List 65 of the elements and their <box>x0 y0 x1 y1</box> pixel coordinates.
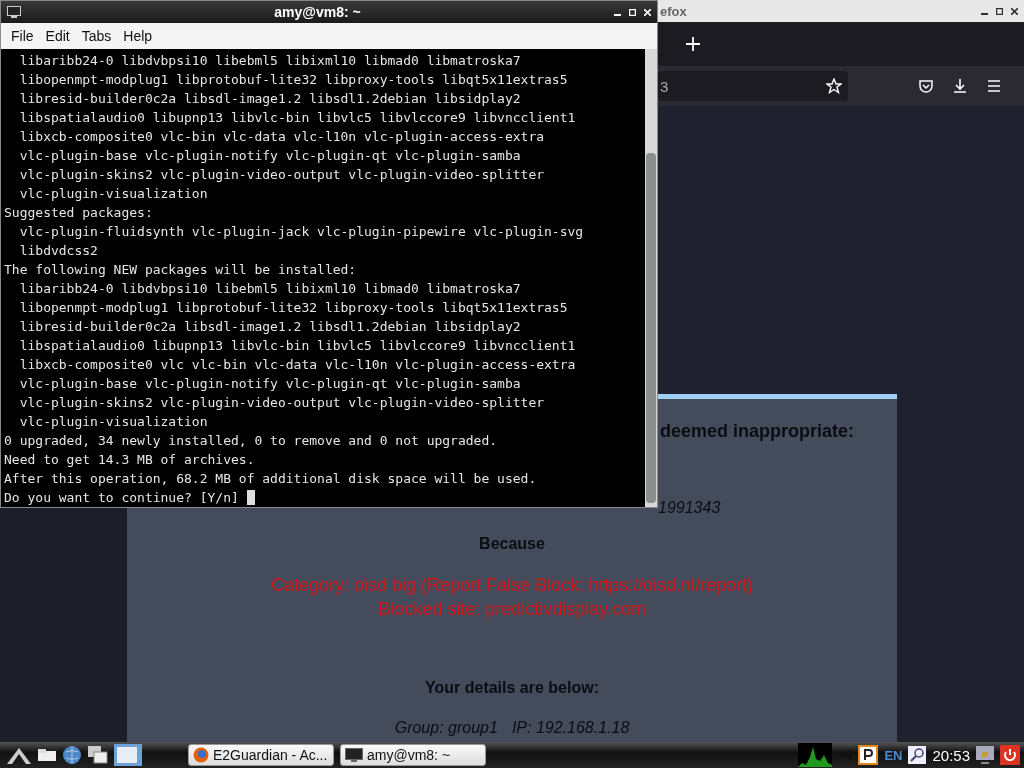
terminal-line: Need to get 14.3 MB of archives. <box>4 451 256 469</box>
menu-item[interactable]: Edit <box>39 28 76 44</box>
terminal-line: libxcb-composite0 vlc-bin vlc-data vlc-l10n vlc-plugin-access-extra <box>18 128 546 146</box>
address-bar[interactable]: 3 <box>658 71 848 101</box>
terminal-line: libaribb24-0 libdvbpsi10 libebml5 libixml10 libmad0 libmatroska7 <box>18 52 522 70</box>
window-title: amy@vm8: ~ <box>274 4 361 20</box>
terminal-line: 0 upgraded, 34 newly installed, 0 to remove and 0 not upgraded. <box>4 432 499 450</box>
terminal-icon <box>345 748 363 762</box>
terminal-line: libaribb24-0 libdvbpsi10 libebml5 libixml10 libmad0 libmatroska7 <box>18 280 522 298</box>
lock-screen-icon[interactable] <box>976 745 994 765</box>
maximize-icon[interactable] <box>996 7 1003 15</box>
terminal-line: libresid-builder0c2a libsdl-image1.2 libsdl1.2debian libsidplay2 <box>18 90 522 108</box>
taskbar-button[interactable]: E2Guardian - Ac... <box>188 744 334 766</box>
details-heading: Your details are below: <box>425 679 599 697</box>
terminal-line: libopenmpt-modplug1 libprotobuf-lite32 libproxy-tools libqt5x11extras5 <box>18 299 569 317</box>
menu-item[interactable]: Help <box>117 28 159 44</box>
terminal-line: vlc-plugin-fluidsynth vlc-plugin-jack vlc-plugin-pipewire vlc-plugin-svg <box>18 223 585 241</box>
terminal-line: libopenmpt-modplug1 libprotobuf-lite32 libproxy-tools libqt5x11extras5 <box>18 71 569 89</box>
network-graph-icon <box>798 743 833 767</box>
power-icon[interactable] <box>1000 745 1020 765</box>
terminal-line: vlc-plugin-visualization <box>18 413 209 431</box>
terminal-line: libdvdcss2 <box>18 242 99 260</box>
window-title: efox <box>660 3 687 19</box>
scrollbar-thumb[interactable] <box>646 153 656 503</box>
taskbar-button[interactable]: amy@vm8: ~ <box>340 744 486 766</box>
terminal-icon <box>7 6 21 18</box>
group-text: Group: group1 <box>394 719 498 736</box>
terminal-line: vlc-plugin-visualization <box>18 185 209 203</box>
blocked-url: 1991343 <box>658 499 721 517</box>
address-text: 3 <box>660 77 669 95</box>
terminal-line: libresid-builder0c2a libsdl-image1.2 libsdl1.2debian libsidplay2 <box>18 318 522 336</box>
terminal-line: vlc-plugin-base vlc-plugin-notify vlc-plugin-qt vlc-plugin-samba <box>18 147 522 165</box>
terminal-line: Suggested packages: <box>4 204 154 222</box>
terminal-line: vlc-plugin-base vlc-plugin-notify vlc-plugin-qt vlc-plugin-samba <box>18 375 522 393</box>
scrollbar[interactable] <box>645 49 657 507</box>
terminal-line: libxcb-composite0 vlc vlc-bin vlc-data vlc-l10n vlc-plugin-access-extra <box>18 356 577 374</box>
text-cursor <box>246 490 255 505</box>
language-indicator[interactable]: EN <box>884 747 903 763</box>
terminal-line: vlc-plugin-skins2 vlc-plugin-video-output vlc-plugin-video-splitter <box>18 394 546 412</box>
clock: 20:53 <box>932 746 970 764</box>
search-icon[interactable] <box>908 746 927 764</box>
terminal-line: vlc-plugin-skins2 vlc-plugin-video-output vlc-plugin-video-splitter <box>18 166 546 184</box>
star-icon[interactable] <box>826 78 842 94</box>
menu-item[interactable]: Tabs <box>75 28 118 44</box>
menu-item[interactable]: File <box>5 28 40 44</box>
browser-icon <box>193 747 209 763</box>
download-icon[interactable] <box>952 78 968 94</box>
terminal-line: libspatialaudio0 libupnp13 libvlc-bin libvlc5 libvlccore9 libvncclient1 <box>18 337 577 355</box>
terminal-line: After this operation, 68.2 MB of additional disk space will be used. <box>4 470 538 488</box>
ip-text: IP: 192.168.1.18 <box>511 719 630 736</box>
menu-icon[interactable] <box>986 78 1002 94</box>
folder-icon[interactable] <box>38 749 56 761</box>
plus-icon[interactable] <box>686 37 700 51</box>
globe-icon[interactable] <box>62 745 82 765</box>
blocked-site-text: Blocked site: predictivdisplay.com <box>378 598 646 621</box>
page-heading: deemed inappropriate: <box>660 421 855 442</box>
terminal-line: The following NEW packages will be installed: <box>4 261 358 279</box>
because-label: Because <box>479 535 545 553</box>
terminal-prompt: Do you want to continue? [Y/n] <box>4 490 239 505</box>
terminal-line: libspatialaudio0 libupnp13 libvlc-bin libvlc5 libvlccore9 libvncclient1 <box>18 109 577 127</box>
close-icon[interactable] <box>1011 7 1018 15</box>
windows-icon[interactable] <box>88 746 108 764</box>
category-text: Category: oisd big (Report False Block: https://oisd.nl/report) <box>270 574 754 597</box>
pocket-icon[interactable] <box>918 78 934 94</box>
parking-icon[interactable] <box>858 745 879 765</box>
